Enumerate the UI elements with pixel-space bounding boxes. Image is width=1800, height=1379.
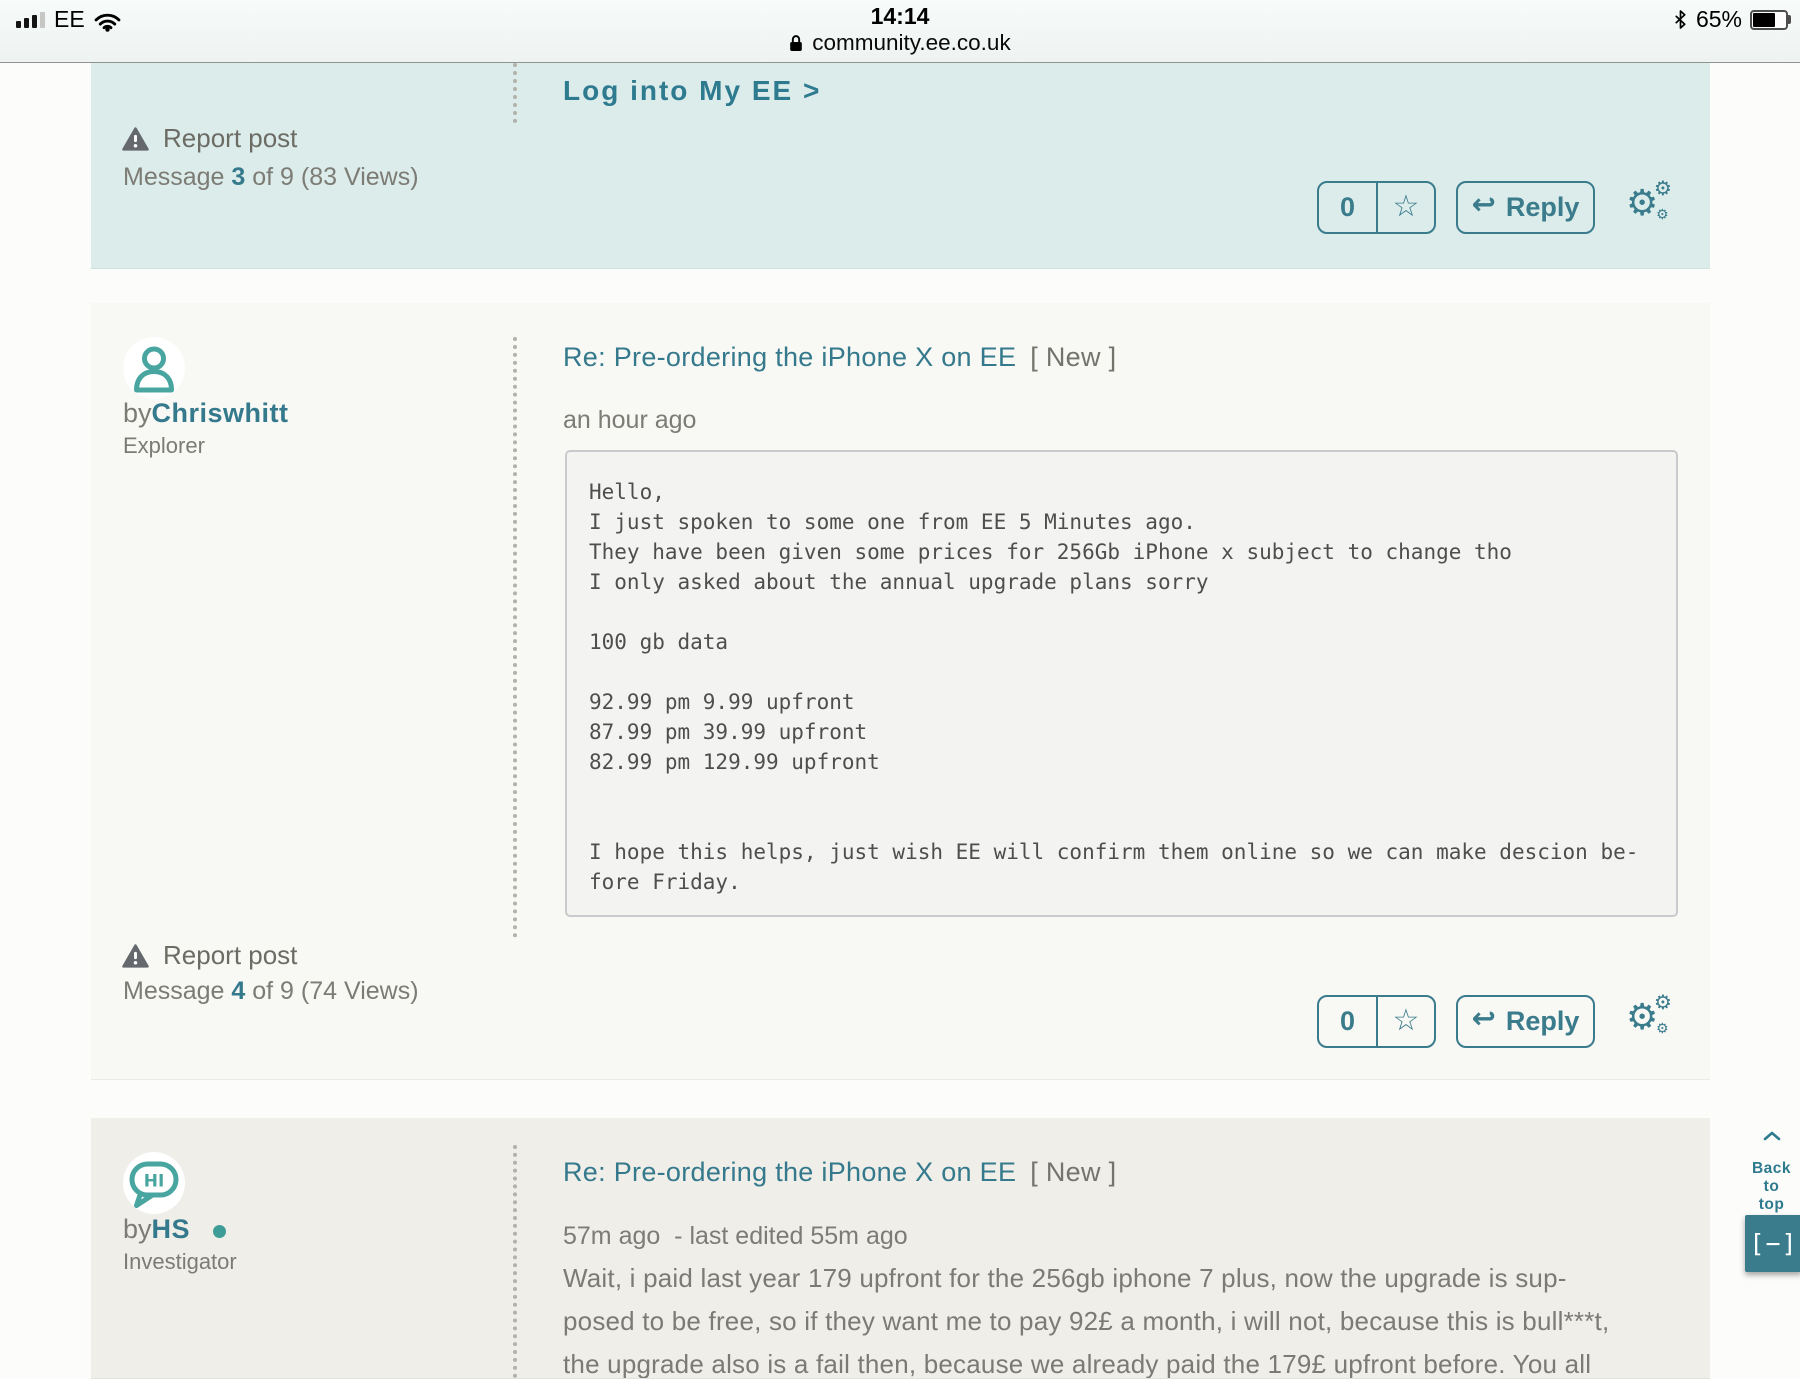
post-timestamp: an hour ago — [563, 406, 697, 434]
gear-icon: ⚙ — [1654, 992, 1672, 1014]
post-card-chriswhitt: by Chriswhitt Explorer Re: Pre-ordering … — [91, 303, 1710, 1080]
post-code-block: Hello, I just spoken to some one from EE… — [565, 450, 1678, 917]
post-actions: 0 ☆ ↩ Reply ⚙ ⚙ ⚙ — [1317, 993, 1676, 1048]
post-separator — [513, 337, 517, 938]
speech-bubble-avatar-icon: HI — [123, 1152, 185, 1214]
message-count: Message 3 of 9 (83 Views) — [123, 163, 419, 192]
reply-label: Reply — [1505, 1006, 1580, 1036]
report-post-label: Report post — [163, 123, 298, 153]
message-count-prefix: Message — [123, 163, 232, 191]
warning-icon — [122, 126, 149, 151]
status-right-cluster: 65% — [1673, 6, 1791, 33]
post-options-gear-icon[interactable]: ⚙ ⚙ ⚙ — [1626, 179, 1676, 229]
author-rank: Explorer — [123, 433, 205, 458]
report-post-link[interactable]: Report post — [122, 940, 297, 971]
post-author-link[interactable]: Chriswhitt — [152, 398, 289, 429]
author-rank: Investigator — [123, 1249, 237, 1274]
address-url: community.ee.co.uk — [812, 30, 1011, 55]
login-my-ee-link[interactable]: Log into My EE > — [563, 75, 821, 107]
svg-text:HI: HI — [144, 1172, 165, 1192]
post-title-link[interactable]: Re: Pre-ordering the iPhone X on EE — [563, 342, 1016, 372]
message-count: Message 4 of 9 (74 Views) — [123, 977, 419, 1006]
post-byline: by HS — [123, 1214, 227, 1245]
post-body-text: Wait, i paid last year 179 upfront for t… — [563, 1263, 1610, 1379]
by-label: by — [123, 1214, 152, 1244]
gear-icon: ⚙ — [1656, 206, 1669, 222]
message-number: 4 — [231, 977, 246, 1005]
kudos-star-button[interactable]: ☆ — [1378, 183, 1434, 232]
post-separator — [513, 1145, 517, 1378]
post-options-gear-icon[interactable]: ⚙ ⚙ ⚙ — [1626, 993, 1676, 1043]
post-byline: by Chriswhitt — [123, 398, 289, 429]
post-actions: 0 ☆ ↩ Reply ⚙ ⚙ ⚙ — [1317, 179, 1676, 234]
gear-icon: ⚙ — [1656, 1020, 1669, 1036]
post-author-link[interactable]: HS — [152, 1214, 191, 1245]
post-separator — [513, 63, 517, 123]
report-post-label: Report post — [163, 940, 298, 970]
address-bar[interactable]: community.ee.co.uk — [0, 30, 1800, 56]
message-count-suffix: of 9 (83 Views) — [245, 163, 419, 191]
reply-button[interactable]: ↩ Reply — [1456, 181, 1595, 234]
post-card-hs: HI by HS Investigator Re: Pre-ordering t… — [91, 1118, 1710, 1379]
gear-icon: ⚙ — [1654, 178, 1672, 200]
post-title-link[interactable]: Re: Pre-ordering the iPhone X on EE — [563, 1157, 1016, 1187]
message-count-suffix: of 9 (74 Views) — [245, 977, 419, 1005]
by-label: by — [123, 398, 152, 428]
reply-arrow-icon: ↩ — [1471, 1003, 1496, 1035]
chevron-up-icon — [1763, 1131, 1780, 1141]
avatar[interactable] — [123, 337, 185, 399]
collapse-thread-button[interactable]: [−] — [1745, 1215, 1800, 1272]
back-to-top-link[interactable]: Back to top — [1743, 1113, 1800, 1214]
new-badge: [ New ] — [1030, 1157, 1117, 1187]
kudos-count-button[interactable]: 0 — [1319, 997, 1378, 1046]
new-badge: [ New ] — [1030, 342, 1117, 372]
collapse-glyph: [−] — [1749, 1229, 1798, 1258]
battery-icon — [1750, 9, 1791, 30]
bluetooth-icon — [1675, 10, 1686, 29]
person-avatar-icon — [123, 337, 185, 399]
post-title: Re: Pre-ordering the iPhone X on EE [ New… — [563, 342, 1116, 373]
lock-icon — [790, 35, 803, 51]
post-title: Re: Pre-ordering the iPhone X on EE [ New… — [563, 1157, 1116, 1188]
kudos-star-button[interactable]: ☆ — [1378, 997, 1434, 1046]
report-post-link[interactable]: Report post — [122, 123, 297, 154]
warning-icon — [122, 943, 149, 968]
reply-button[interactable]: ↩ Reply — [1456, 995, 1595, 1048]
reply-label: Reply — [1505, 192, 1580, 222]
battery-percent: 65% — [1695, 6, 1742, 32]
kudos-widget: 0 ☆ — [1317, 181, 1436, 234]
avatar[interactable]: HI — [123, 1152, 185, 1214]
message-count-prefix: Message — [123, 977, 232, 1005]
kudos-widget: 0 ☆ — [1317, 995, 1436, 1048]
status-time: 14:14 — [870, 3, 930, 29]
message-number: 3 — [231, 163, 246, 191]
online-status-dot — [213, 1224, 227, 1238]
kudos-count-button[interactable]: 0 — [1319, 183, 1378, 232]
post-timestamp: 57m ago - last edited 55m ago — [563, 1222, 908, 1250]
back-to-top-label: Back to top — [1751, 1160, 1792, 1213]
reply-arrow-icon: ↩ — [1471, 189, 1496, 221]
post-banner-card: Log into My EE > Report post Message 3 o… — [91, 63, 1710, 269]
ios-status-bar: EE 14:14 community.ee.co.uk 65% — [0, 0, 1800, 63]
